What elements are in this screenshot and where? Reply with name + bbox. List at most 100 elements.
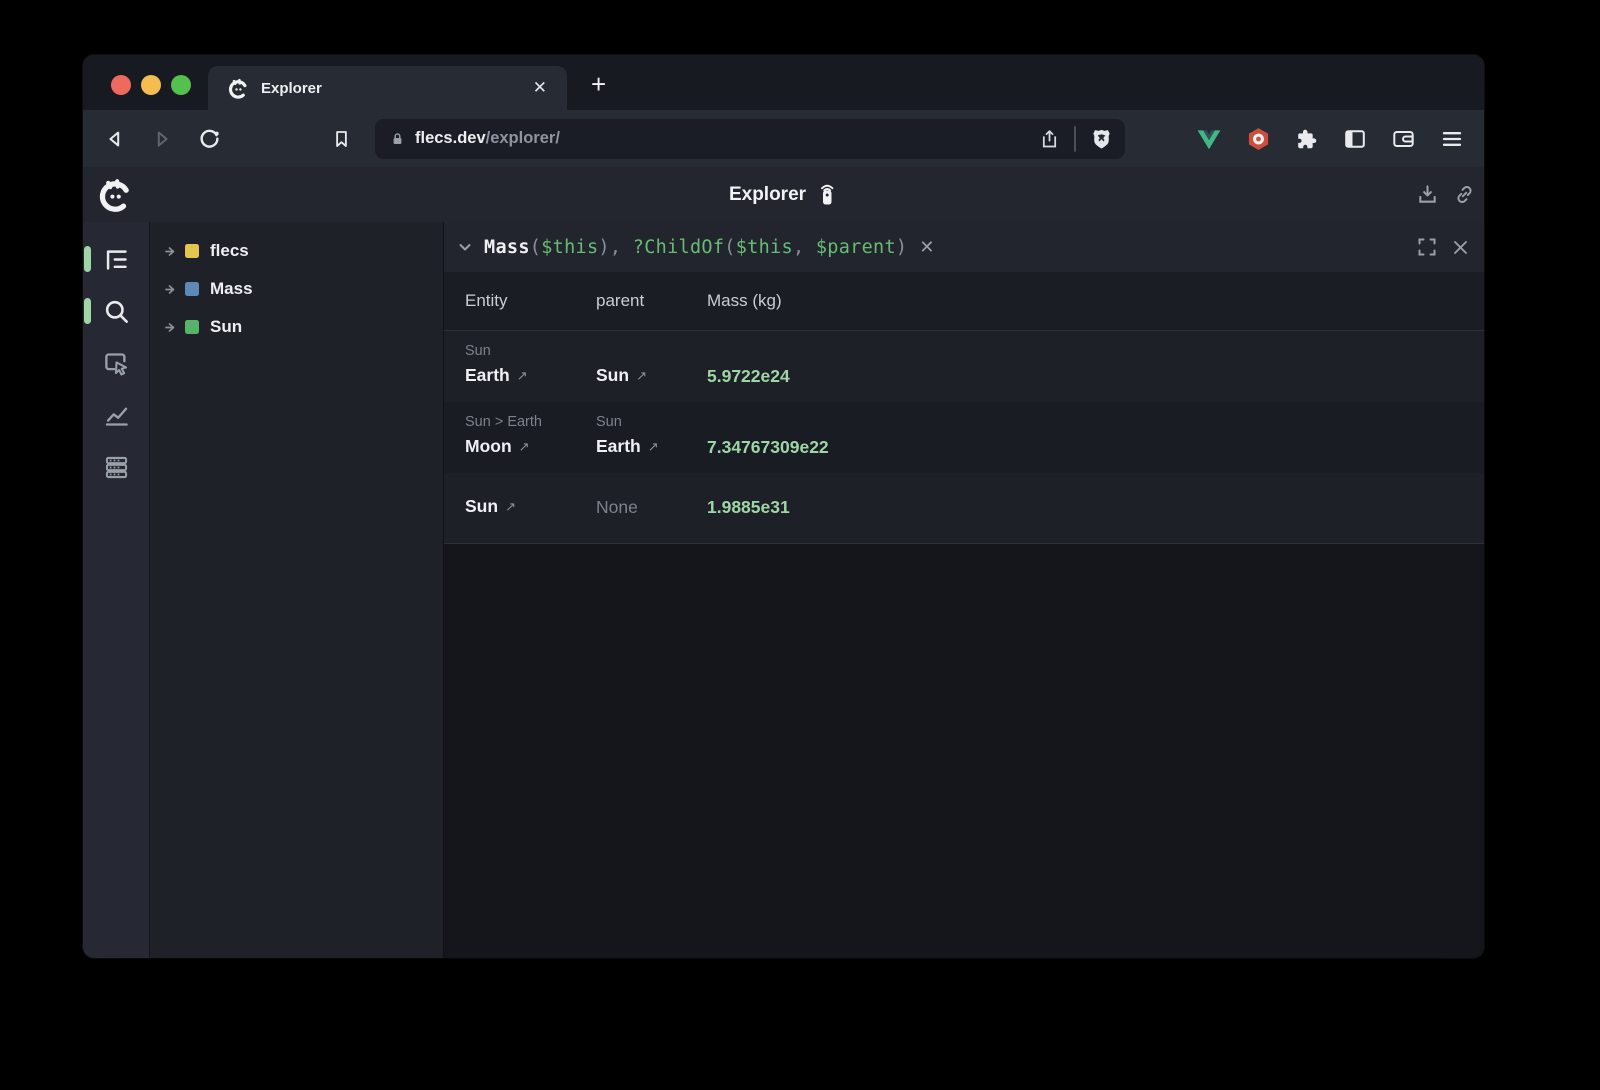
- zoom-window-button[interactable]: [171, 75, 191, 95]
- table-row: SunEarth↗Sun↗5.9722e24: [444, 331, 1484, 402]
- column-header: Mass (kg): [707, 291, 1484, 311]
- entity-link[interactable]: Sun↗: [465, 493, 596, 521]
- query-token: (: [724, 237, 735, 258]
- fullscreen-icon[interactable]: [1417, 237, 1437, 257]
- browser-window: Explorer ✕ + flecs.dev/explorer/: [83, 55, 1484, 958]
- mass-value: 5.9722e24: [707, 363, 1484, 390]
- url-path: /explorer/: [486, 129, 560, 148]
- query-token: ,: [793, 237, 816, 258]
- entity-color-swatch: [185, 244, 199, 258]
- reload-button[interactable]: [197, 127, 221, 151]
- entity-color-swatch: [185, 320, 199, 334]
- panel-icon-bar: [83, 222, 150, 958]
- query-panel: Mass($this), ?ChildOf($this, $parent) ✕ …: [444, 222, 1484, 958]
- entity-path: [596, 341, 707, 362]
- tree-item-Mass[interactable]: Mass: [150, 270, 443, 308]
- sidebar-item-inspect[interactable]: [83, 341, 149, 385]
- menu-icon[interactable]: [1440, 127, 1464, 151]
- query-search-icon: [103, 298, 130, 325]
- minimize-window-button[interactable]: [141, 75, 161, 95]
- entity-link[interactable]: Earth↗: [465, 362, 596, 390]
- open-entity-icon[interactable]: ↗: [517, 368, 528, 383]
- open-entity-icon[interactable]: ↗: [648, 439, 659, 454]
- wallet-icon[interactable]: [1391, 127, 1416, 151]
- sidebar-item-query[interactable]: [83, 289, 149, 333]
- extensions-puzzle-icon[interactable]: [1295, 127, 1319, 151]
- entity-link[interactable]: Moon↗: [465, 433, 596, 461]
- query-token: Mass: [484, 237, 530, 258]
- sidebar-item-entity-tree[interactable]: [83, 237, 149, 281]
- journal-icon: [103, 454, 130, 481]
- parent-none-label: None: [596, 494, 707, 521]
- entity-tree-icon: [103, 246, 130, 273]
- query-token: $this: [736, 237, 793, 258]
- query-clear-icon[interactable]: ✕: [919, 237, 934, 258]
- browser-toolbar: flecs.dev/explorer/: [83, 110, 1484, 167]
- column-header: Entity: [465, 291, 596, 311]
- bookmark-icon[interactable]: [329, 127, 353, 151]
- mass-value: 7.34767309e22: [707, 434, 1484, 461]
- query-token: $this: [541, 237, 598, 258]
- statistics-icon: [103, 402, 130, 429]
- sidebar-item-journal[interactable]: [83, 445, 149, 489]
- open-entity-icon[interactable]: ↗: [636, 368, 647, 383]
- entity-link[interactable]: Sun↗: [596, 362, 707, 390]
- close-window-button[interactable]: [111, 75, 131, 95]
- entity-tree-panel: flecs Mass Sun: [150, 222, 444, 958]
- query-token: (: [530, 237, 541, 258]
- query-token: ?ChildOf: [633, 237, 725, 258]
- entity-path: Sun > Earth: [465, 412, 596, 433]
- tree-item-label: Sun: [210, 317, 242, 337]
- url-domain: flecs.dev: [415, 129, 486, 148]
- chevron-down-icon[interactable]: [456, 238, 474, 256]
- tree-item-Sun[interactable]: Sun: [150, 308, 443, 346]
- new-tab-button[interactable]: +: [583, 71, 614, 97]
- forward-button[interactable]: [150, 127, 174, 151]
- browser-tab-explorer[interactable]: Explorer ✕: [208, 66, 567, 110]
- expand-arrow-icon[interactable]: [164, 244, 179, 259]
- active-panel-indicator: [84, 246, 91, 272]
- query-bar: Mass($this), ?ChildOf($this, $parent) ✕: [444, 222, 1484, 272]
- address-bar[interactable]: flecs.dev/explorer/: [375, 119, 1125, 159]
- connection-remote-icon[interactable]: [816, 182, 838, 207]
- expand-arrow-icon[interactable]: [164, 320, 179, 335]
- query-text[interactable]: Mass($this), ?ChildOf($this, $parent): [484, 237, 907, 258]
- open-entity-icon[interactable]: ↗: [519, 439, 530, 454]
- results-header: EntityparentMass (kg): [444, 272, 1484, 331]
- flecs-favicon: [226, 77, 249, 100]
- inspect-icon: [103, 350, 130, 377]
- brave-shield-icon[interactable]: [1090, 127, 1113, 151]
- sidebar-toggle-icon[interactable]: [1343, 127, 1367, 151]
- flecs-logo: [95, 176, 133, 214]
- download-icon[interactable]: [1416, 183, 1439, 206]
- entity-color-swatch: [185, 282, 199, 296]
- explorer-header: Explorer: [83, 167, 1484, 222]
- tree-item-flecs[interactable]: flecs: [150, 232, 443, 270]
- hexagon-extension-icon[interactable]: [1246, 126, 1271, 152]
- mass-value: 1.9885e31: [707, 494, 1484, 521]
- share-icon[interactable]: [1039, 128, 1060, 150]
- lock-icon: [389, 130, 406, 148]
- page-title: Explorer: [729, 184, 806, 206]
- entity-path: Sun: [465, 341, 596, 362]
- close-panel-icon[interactable]: [1451, 238, 1470, 257]
- entity-path: Sun: [596, 412, 707, 433]
- tree-item-label: Mass: [210, 279, 253, 299]
- tab-title: Explorer: [261, 80, 527, 97]
- query-token: ,: [610, 237, 633, 258]
- vue-devtools-icon[interactable]: [1196, 127, 1222, 151]
- tab-bar: Explorer ✕ +: [83, 55, 1484, 110]
- tab-close-icon[interactable]: ✕: [527, 76, 553, 100]
- tree-item-label: flecs: [210, 241, 249, 261]
- back-button[interactable]: [103, 127, 127, 151]
- expand-arrow-icon[interactable]: [164, 282, 179, 297]
- traffic-lights: [111, 75, 191, 95]
- entity-link[interactable]: Earth↗: [596, 433, 707, 461]
- link-icon[interactable]: [1453, 183, 1476, 206]
- query-token: ): [598, 237, 609, 258]
- sidebar-item-statistics[interactable]: [83, 393, 149, 437]
- open-entity-icon[interactable]: ↗: [505, 499, 516, 514]
- results-body: SunEarth↗Sun↗5.9722e24Sun > EarthMoon↗Su…: [444, 331, 1484, 544]
- table-row: Sun > EarthMoon↗SunEarth↗7.34767309e22: [444, 402, 1484, 473]
- table-row: Sun↗None1.9885e31: [444, 473, 1484, 543]
